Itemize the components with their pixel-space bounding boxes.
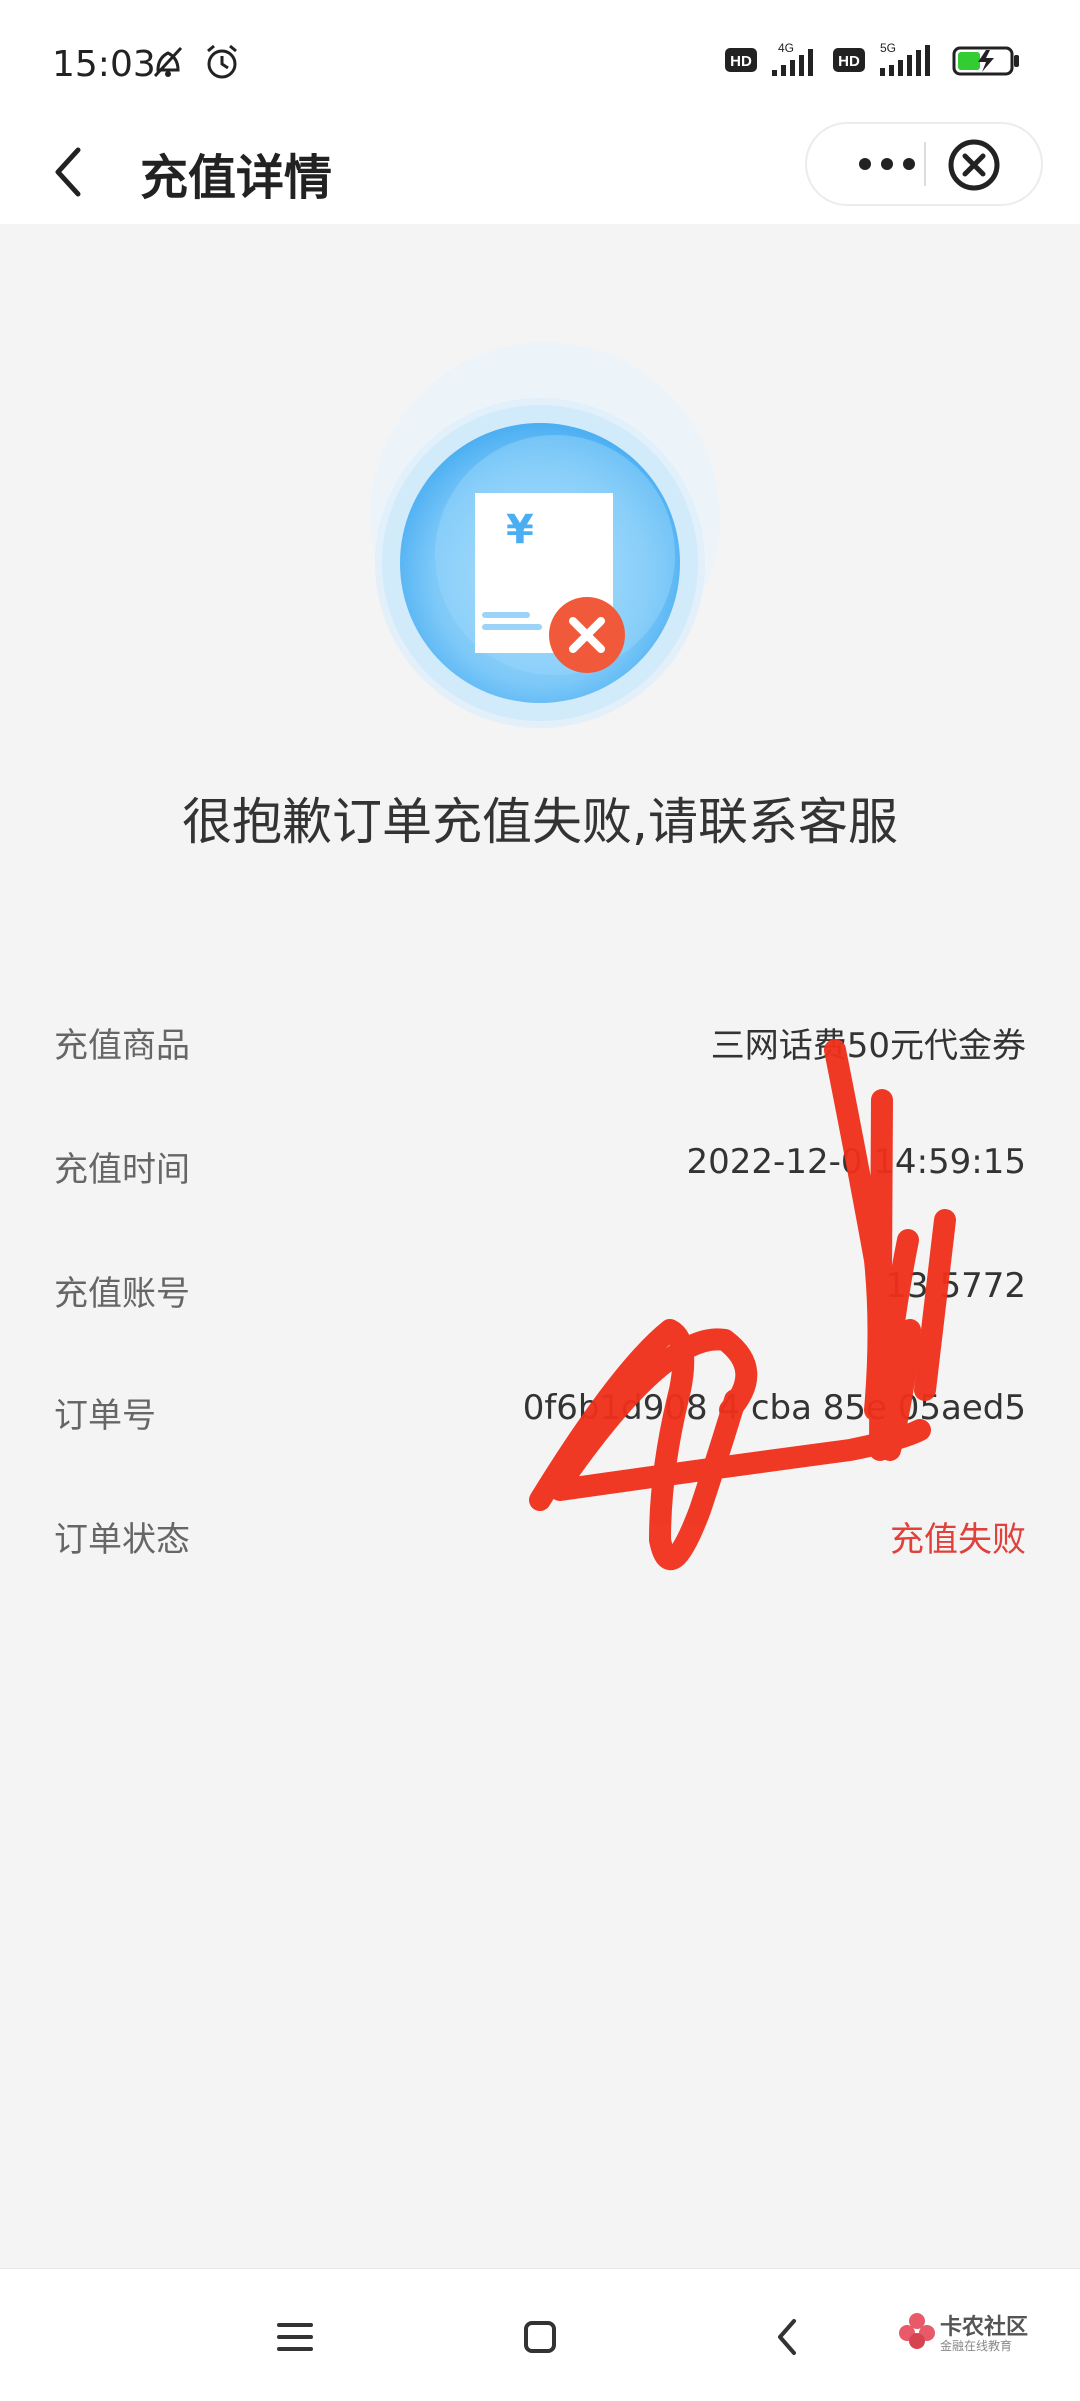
redaction-scribble: [529, 1039, 956, 1571]
bell-off-icon: [153, 46, 183, 78]
home-square-icon[interactable]: [510, 2307, 570, 2367]
capsule-divider: [924, 142, 926, 186]
back-button[interactable]: [36, 134, 100, 210]
status-time: 15:03: [52, 44, 156, 85]
chevron-left-icon: [55, 147, 81, 197]
more-dots-icon[interactable]: [847, 144, 927, 184]
close-circle-icon[interactable]: [947, 138, 1001, 192]
detail-label: 订单状态: [54, 1520, 190, 1560]
svg-text:4G: 4G: [778, 41, 794, 55]
miniprogram-capsule: [805, 122, 1043, 206]
svg-text:5G: 5G: [880, 41, 896, 55]
detail-label: 充值账号: [54, 1274, 190, 1314]
svg-text:HD: HD: [838, 53, 860, 70]
receipt-failed-icon: ¥: [370, 342, 720, 728]
svg-text:HD: HD: [730, 53, 752, 70]
svg-text:¥: ¥: [506, 507, 534, 553]
result-message: 很抱歉订单充值失败,请联系客服: [182, 793, 898, 851]
watermark-flower-icon: [899, 2313, 935, 2349]
hd-badge-icon-2: HD: [833, 48, 865, 72]
title-bar: 充值详情: [0, 120, 1080, 224]
system-nav-bar: 卡农社区 金融在线教育: [0, 2268, 1080, 2401]
watermark-sub: 金融在线教育: [940, 2339, 1013, 2353]
detail-label: 充值商品: [54, 1026, 190, 1066]
watermark-logo: 卡农社区 金融在线教育: [898, 2309, 1028, 2359]
detail-label: 订单号: [54, 1396, 156, 1436]
battery-charging-icon: [952, 46, 1019, 76]
page-title: 充值详情: [140, 150, 333, 206]
alarm-icon: [207, 44, 237, 79]
hd-badge-icon: HD: [725, 48, 757, 72]
status-bar: 15:03 HD 4G HD 5G: [0, 0, 1080, 120]
back-triangle-icon[interactable]: [758, 2307, 818, 2367]
menu-icon[interactable]: [265, 2307, 325, 2367]
signal-4g-icon: 4G: [772, 41, 813, 76]
signal-5g-icon: 5G: [880, 41, 930, 76]
detail-label: 充值时间: [54, 1150, 190, 1190]
